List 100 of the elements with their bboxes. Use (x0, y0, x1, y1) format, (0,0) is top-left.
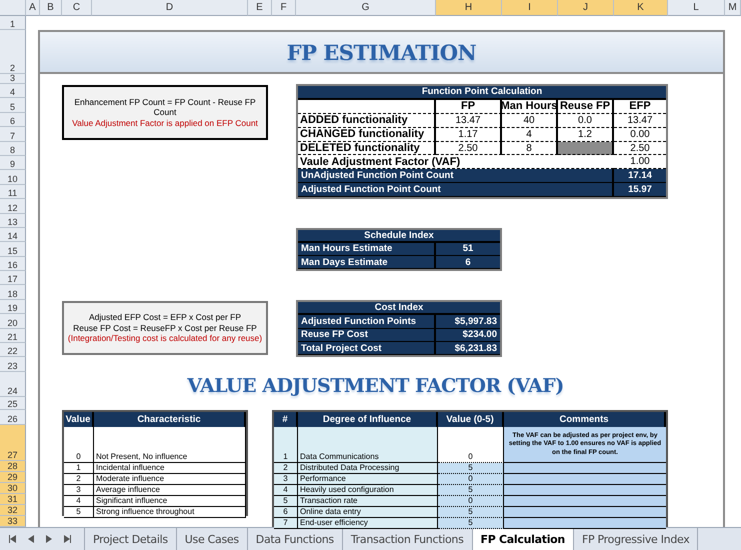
row-header[interactable]: 8 (0, 142, 26, 156)
value-field[interactable]: 5 (438, 484, 504, 496)
page-title: FP ESTIMATION (286, 40, 476, 64)
row-header[interactable]: 31 (0, 494, 26, 505)
value-field[interactable]: 5 (438, 518, 504, 529)
table-cell: 15.97 (614, 183, 666, 198)
column-header[interactable]: H (436, 0, 502, 16)
table-cell: 1.2 (558, 128, 614, 142)
column-header[interactable]: I (502, 0, 558, 16)
column-header: Characteristic (94, 412, 246, 427)
row-header[interactable]: 12 (0, 199, 26, 214)
row-header[interactable]: 28 (0, 460, 26, 472)
table-cell: 2.50 (614, 142, 666, 156)
row-label: CHANGED functionality (298, 128, 436, 142)
row-header[interactable]: 29 (0, 472, 26, 483)
value-field[interactable]: 0 (438, 496, 504, 507)
table-cell: 2.50 (436, 142, 502, 156)
column-header[interactable]: E (248, 0, 272, 16)
row-header[interactable]: 11 (0, 184, 26, 200)
column-header[interactable]: J (558, 0, 614, 16)
column-header: Comments (504, 412, 666, 427)
column-header: Value (0-5) (438, 412, 504, 427)
row-header[interactable]: 16 (0, 256, 26, 272)
table-cell: 1 (64, 462, 94, 474)
column-header: Value (64, 412, 94, 427)
note-text: Adjusted EFP Cost = EFP x Cost per FP (88, 312, 242, 323)
column-header[interactable]: K (614, 0, 668, 16)
table-cell: $234.00 (436, 328, 500, 342)
table-cell: End-user efficiency (298, 518, 438, 529)
table-cell: 3 (274, 474, 298, 485)
row-header[interactable]: 23 (0, 357, 26, 372)
column-header[interactable]: G (296, 0, 436, 16)
table-cell: 2 (274, 462, 298, 474)
table-cell: 0.00 (614, 128, 666, 142)
row-header[interactable]: 21 (0, 328, 26, 344)
value-field[interactable]: 0 (438, 426, 504, 463)
row-header[interactable]: 24 (0, 372, 26, 397)
table-cell: 4 (502, 128, 558, 142)
value-field[interactable]: 5 (438, 506, 504, 518)
row-header[interactable]: 7 (0, 127, 26, 142)
table-cell: 6 (436, 256, 500, 270)
column-header[interactable]: A (26, 0, 40, 16)
row-header[interactable]: 19 (0, 300, 26, 314)
table-cell: 13.47 (614, 114, 666, 128)
row-header[interactable]: 27 (0, 424, 26, 461)
row-label: Adjusted Function Points (298, 315, 436, 329)
column-header[interactable]: L (668, 0, 725, 16)
note-text: Enhancement FP Count = FP Count - Reuse FP Count (73, 96, 257, 118)
row-header[interactable]: 22 (0, 343, 26, 358)
column-header[interactable]: B (40, 0, 62, 16)
value-field[interactable]: 0 (438, 474, 504, 485)
row-label: Adjusted Function Point Count (298, 183, 614, 198)
column-header[interactable]: C (62, 0, 92, 16)
row-header[interactable]: 33 (0, 516, 26, 527)
row-header[interactable]: 10 (0, 170, 26, 185)
column-header: Man Hours (502, 100, 558, 114)
row-header[interactable]: 2 (0, 30, 26, 74)
table-title: Cost Index (298, 302, 500, 316)
row-header[interactable]: 13 (0, 214, 26, 228)
column-header[interactable]: M (725, 0, 741, 16)
table-cell: 3 (64, 484, 94, 496)
sheet-tab[interactable]: FP Calculation (472, 528, 574, 550)
table-cell: 17.14 (614, 169, 666, 184)
row-header[interactable]: 9 (0, 156, 26, 170)
table-cell: Distributed Data Processing (298, 462, 438, 474)
row-header[interactable]: 18 (0, 285, 26, 300)
row-header[interactable]: 32 (0, 504, 26, 516)
row-label: ADDED functionality (298, 114, 436, 128)
row-header[interactable]: 25 (0, 396, 26, 410)
row-header[interactable]: 6 (0, 112, 26, 128)
row-header[interactable]: 3 (0, 74, 26, 84)
column-header[interactable]: F (272, 0, 296, 16)
row-header[interactable]: 1 (0, 16, 26, 30)
note-text: Value Adjustment Factor is applied on EFP Count (72, 118, 258, 128)
column-header: Degree of Influence (298, 412, 438, 427)
row-label: Man Hours Estimate (298, 242, 436, 256)
table-cell: Performance (298, 474, 438, 485)
row-label: Vaule Adjustment Factor (VAF) (298, 155, 614, 170)
row-label: Reuse FP Cost (298, 328, 436, 342)
table-cell: 1.17 (436, 128, 502, 142)
row-header[interactable]: 5 (0, 98, 26, 113)
table-cell: Average influence (94, 484, 246, 496)
row-header[interactable]: 26 (0, 410, 26, 425)
table-cell: Incidental influence (94, 462, 246, 474)
row-header[interactable]: 17 (0, 271, 26, 286)
row-header[interactable]: 15 (0, 242, 26, 257)
row-header[interactable]: 30 (0, 482, 26, 494)
row-label: Total Project Cost (298, 342, 436, 356)
table-cell: Heavily used configuration (298, 484, 438, 496)
row-header[interactable]: 20 (0, 314, 26, 329)
table-cell: Online data entry (298, 506, 438, 518)
row-header[interactable]: 4 (0, 84, 26, 98)
row-label: UnAdjusted Function Point Count (298, 169, 614, 184)
table-cell: 13.47 (436, 114, 502, 128)
table-cell: 6 (274, 506, 298, 518)
row-header[interactable]: 14 (0, 228, 26, 242)
value-field[interactable]: 5 (438, 462, 504, 474)
table-cell: 5 (274, 496, 298, 507)
column-header: Reuse FP (558, 100, 614, 114)
column-header[interactable]: D (92, 0, 248, 16)
